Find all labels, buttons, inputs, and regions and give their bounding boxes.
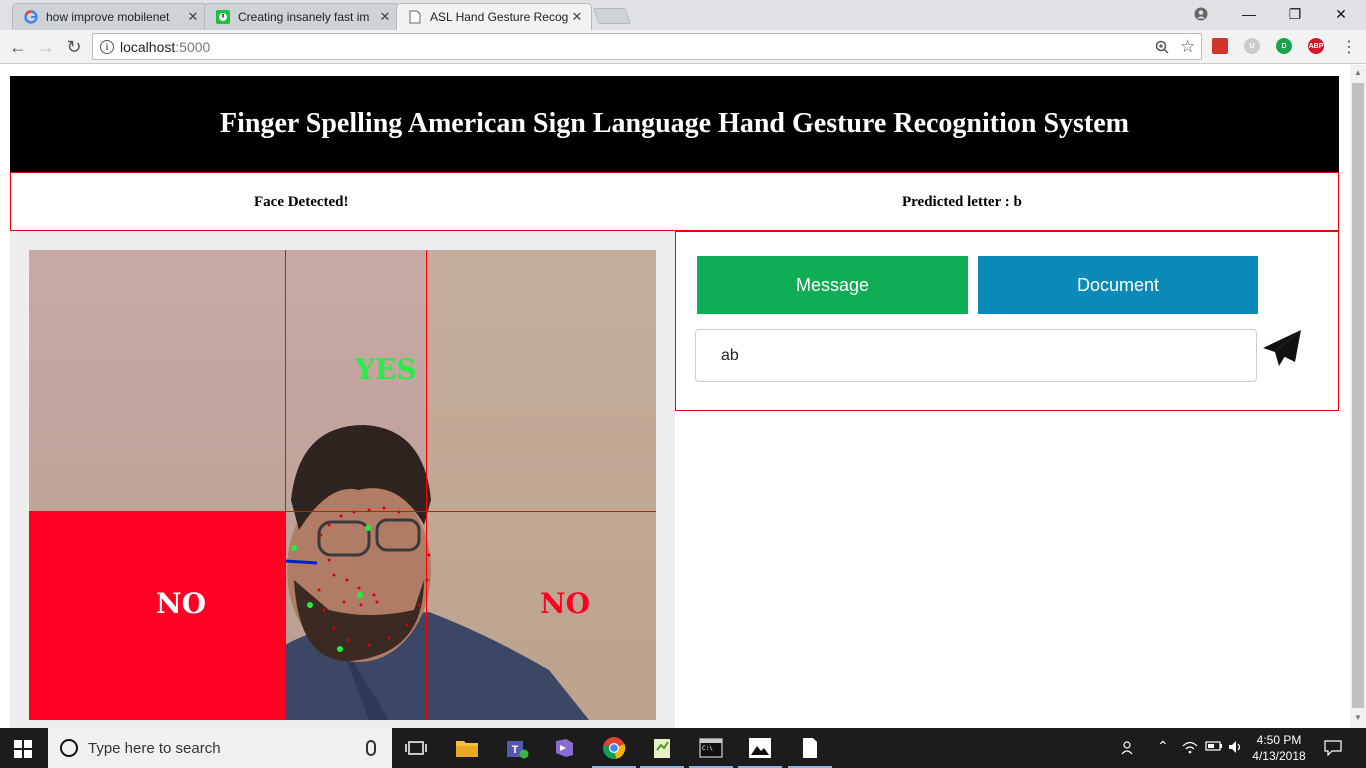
face-status: Face Detected! (254, 194, 349, 210)
menu-kebab-icon[interactable]: ⋮ (1337, 35, 1361, 59)
file-explorer-icon[interactable] (453, 734, 481, 762)
status-bar: Face Detected! Predicted letter : b (10, 172, 1339, 231)
page-title: Finger Spelling American Sign Language H… (10, 76, 1339, 172)
profile-icon[interactable] (1178, 0, 1224, 28)
u-extension-icon[interactable]: U (1244, 38, 1260, 54)
svg-text:C:\: C:\ (702, 745, 713, 752)
chrome-icon[interactable] (592, 734, 636, 768)
terminal-icon[interactable]: C:\ (689, 734, 733, 768)
address-bar[interactable]: i localhost:5000 ☆ (92, 33, 1202, 60)
yes-label: YES (355, 353, 417, 386)
windows-start-icon[interactable] (14, 740, 32, 758)
grid-line-horizontal (285, 511, 656, 512)
send-paper-plane-icon[interactable] (1261, 328, 1303, 368)
close-icon[interactable]: ✕ (569, 9, 585, 25)
green-clock-icon (215, 9, 231, 25)
chevron-up-icon[interactable]: ⌃ (1157, 738, 1169, 755)
predicted-letter: Predicted letter : b (902, 194, 1022, 210)
scroll-down-icon[interactable]: ▼ (1354, 713, 1362, 722)
restore-icon[interactable]: ❐ (1272, 0, 1318, 28)
message-panel: Message Document (675, 231, 1339, 411)
scroll-up-icon[interactable]: ▲ (1354, 68, 1362, 77)
message-button[interactable]: Message (697, 256, 968, 314)
bookmark-star-icon[interactable]: ☆ (1180, 37, 1195, 57)
google-icon (23, 9, 39, 25)
zoom-icon[interactable] (1155, 40, 1169, 58)
page-icon (407, 9, 423, 25)
document-button[interactable]: Document (978, 256, 1258, 314)
reload-icon[interactable]: ↻ (62, 35, 86, 59)
windows-taskbar: Type here to search T C:\ ⌃ 4:50 PM 4/13… (0, 728, 1366, 768)
no-right-label: NO (540, 587, 590, 620)
red-book-extension-icon[interactable] (1212, 38, 1228, 54)
svg-text:T: T (512, 744, 519, 756)
back-icon[interactable]: ← (6, 35, 30, 59)
battery-icon[interactable] (1205, 740, 1223, 755)
grid-line-vertical-2 (426, 250, 427, 720)
tab-3-title: ASL Hand Gesture Recog (430, 10, 569, 24)
close-icon[interactable]: ✕ (185, 9, 201, 25)
adblock-plus-icon[interactable]: ABP (1308, 38, 1324, 54)
volume-icon[interactable] (1228, 740, 1244, 757)
webcam-feed: YES NO NO (29, 250, 656, 720)
d-extension-icon[interactable]: D (1276, 38, 1292, 54)
close-window-icon[interactable]: ✕ (1318, 0, 1364, 28)
page-scrollbar[interactable]: ▲ ▼ (1350, 65, 1366, 728)
wifi-icon[interactable] (1182, 740, 1198, 757)
tab-1[interactable]: how improve mobilenet ✕ (12, 3, 208, 30)
tab-2[interactable]: Creating insanely fast im ✕ (204, 3, 400, 30)
camera-panel: YES NO NO (10, 231, 675, 728)
system-clock[interactable]: 4:50 PM 4/13/2018 (1249, 732, 1309, 764)
cortana-icon (60, 739, 78, 757)
people-icon[interactable] (1121, 740, 1137, 759)
no-left-label: NO (156, 587, 206, 620)
forward-icon[interactable]: → (34, 35, 58, 59)
search-placeholder: Type here to search (88, 739, 221, 757)
message-input[interactable] (695, 329, 1257, 382)
minimize-icon[interactable]: — (1226, 0, 1272, 28)
teams-icon[interactable]: T (503, 734, 531, 762)
notifications-icon[interactable] (1324, 740, 1342, 759)
grid-line-vertical-1 (285, 250, 286, 720)
microphone-icon[interactable] (366, 740, 376, 756)
photos-icon[interactable] (738, 734, 782, 768)
url-port: :5000 (175, 38, 211, 55)
document-file-icon[interactable] (788, 734, 832, 768)
tab-2-title: Creating insanely fast im (238, 10, 370, 24)
url-host: localhost (120, 38, 176, 55)
visual-studio-icon[interactable] (550, 734, 578, 762)
clock-date: 4/13/2018 (1252, 749, 1306, 763)
close-icon[interactable]: ✕ (377, 9, 393, 25)
taskbar-search[interactable]: Type here to search (48, 728, 392, 768)
new-tab-button[interactable] (593, 8, 631, 24)
browser-toolbar: ← → ↻ i localhost:5000 ☆ U D ABP ⋮ (0, 30, 1366, 64)
page-content: Finger Spelling American Sign Language H… (0, 65, 1350, 728)
notepad-plus-icon[interactable] (640, 734, 684, 768)
task-view-icon[interactable] (402, 734, 430, 762)
scrollbar-thumb[interactable] (1352, 83, 1364, 708)
tab-1-title: how improve mobilenet (46, 10, 170, 24)
tab-strip: how improve mobilenet ✕ Creating insanel… (0, 0, 1366, 30)
tab-3-active[interactable]: ASL Hand Gesture Recog ✕ (396, 3, 592, 30)
info-icon[interactable]: i (100, 39, 114, 54)
clock-time: 4:50 PM (1256, 733, 1302, 747)
